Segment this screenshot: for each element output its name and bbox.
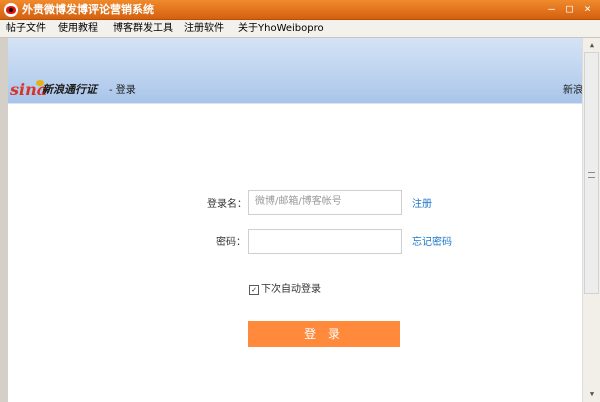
register-link[interactable]: 注册 xyxy=(412,199,432,211)
sina-eye-icon xyxy=(36,80,44,86)
menu-item-register[interactable]: 注册软件 xyxy=(184,23,224,35)
scroll-down-arrow-icon[interactable]: ▼ xyxy=(585,388,599,400)
login-button[interactable]: 登 录 xyxy=(248,321,400,347)
menu-bar: 帖子文件 使用教程 博客群发工具 注册软件 关于YhoWeibopro xyxy=(0,20,600,38)
title-bar: 外贵微博发博评论营销系统 — □ × xyxy=(0,0,600,20)
auto-login-checkbox[interactable]: ✓ xyxy=(249,285,259,295)
scroll-grip-icon xyxy=(588,172,595,178)
password-label: 密码： xyxy=(216,237,246,248)
menu-item-blog-tool[interactable]: 博客群发工具 xyxy=(113,23,173,35)
close-button[interactable]: × xyxy=(580,3,595,16)
forgot-password-link[interactable]: 忘记密码 xyxy=(412,237,452,249)
minimize-button[interactable]: — xyxy=(544,3,559,16)
auto-login-label: 下次自动登录 xyxy=(261,284,321,295)
sina-logo-text: sina xyxy=(10,80,48,99)
vertical-scrollbar[interactable]: ▲ ▼ xyxy=(582,38,600,402)
sina-logo: sina 新浪通行证 xyxy=(8,80,108,100)
breadcrumb: - 登录 xyxy=(109,85,136,96)
scroll-up-arrow-icon[interactable]: ▲ xyxy=(585,39,599,51)
menu-item-post-files[interactable]: 帖子文件 xyxy=(6,23,46,35)
browser-view: sina 新浪通行证 - 登录 新浪 登录名： 微博/邮箱/博客帐号 注册 密码… xyxy=(8,38,582,402)
username-label: 登录名： xyxy=(207,199,247,210)
passport-title: 新浪通行证 xyxy=(42,83,97,96)
username-input[interactable]: 微博/邮箱/博客帐号 xyxy=(248,190,402,215)
page-header: sina 新浪通行证 - 登录 新浪 xyxy=(8,38,582,104)
scroll-thumb[interactable] xyxy=(584,52,599,294)
header-right-link[interactable]: 新浪 xyxy=(563,85,582,97)
header-divider xyxy=(8,103,582,104)
weibo-app-icon xyxy=(4,3,18,17)
window-title: 外贵微博发博评论营销系统 xyxy=(22,3,154,16)
password-input[interactable] xyxy=(248,229,402,254)
maximize-button[interactable]: □ xyxy=(562,3,577,16)
menu-item-about[interactable]: 关于YhoWeibopro xyxy=(238,23,324,35)
menu-item-tutorial[interactable]: 使用教程 xyxy=(58,23,98,35)
